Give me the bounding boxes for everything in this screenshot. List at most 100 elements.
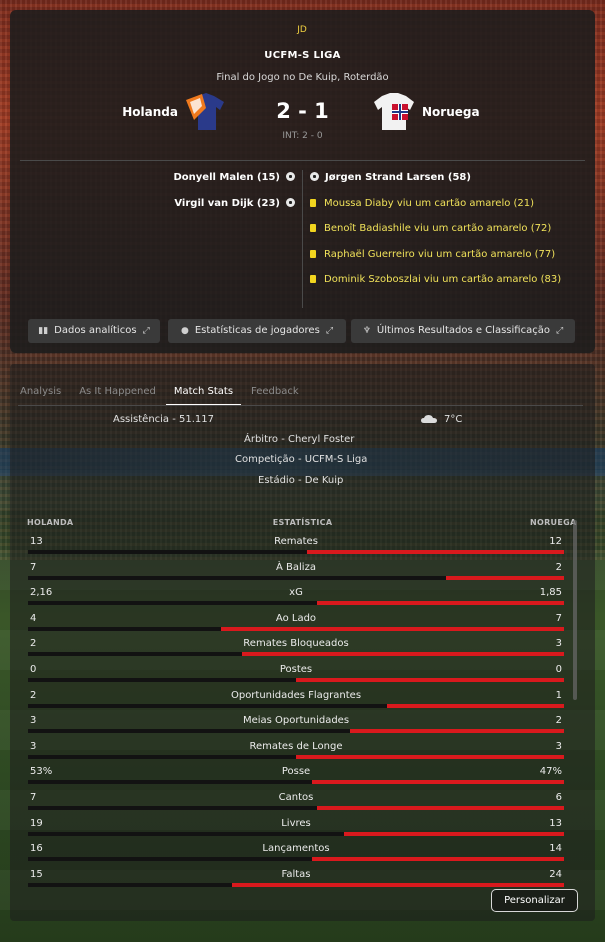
stat-row[interactable]: Remates de Longe 3 3 bbox=[28, 740, 564, 764]
stat-comparison-bar bbox=[28, 550, 564, 554]
stat-away-value: 12 bbox=[549, 536, 562, 547]
stat-row[interactable]: xG 2,16 1,85 bbox=[28, 586, 564, 610]
home-goal-event: Virgil van Dijk (23) bbox=[174, 197, 295, 211]
stat-home-value: 15 bbox=[30, 869, 43, 880]
home-goal-event: Donyell Malen (15) bbox=[174, 171, 295, 185]
stat-home-bar bbox=[28, 729, 350, 733]
goal-scorer[interactable]: Jørgen Strand Larsen (58) bbox=[325, 172, 471, 183]
yellow-card-icon bbox=[310, 224, 316, 232]
stat-comparison-bar bbox=[28, 678, 564, 682]
goal-scorer[interactable]: Donyell Malen (15) bbox=[174, 172, 281, 183]
away-kit-icon[interactable] bbox=[370, 90, 418, 134]
stat-away-value: 3 bbox=[555, 741, 562, 752]
stats-header-away: NORUEGA bbox=[530, 518, 577, 527]
analytics-button-label: Dados analíticos bbox=[54, 325, 137, 336]
stats-header-title: ESTATÍSTICA bbox=[272, 518, 333, 527]
away-goal-event: Jørgen Strand Larsen (58) bbox=[310, 171, 471, 185]
yellow-card-event: Dominik Szoboszlai viu um cartão amarelo… bbox=[310, 273, 561, 287]
stat-comparison-bar bbox=[28, 704, 564, 708]
external-link-icon: ⤢ bbox=[325, 326, 334, 336]
stat-home-bar bbox=[28, 806, 318, 810]
goal-ball-icon bbox=[286, 172, 295, 181]
stats-tabs: Analysis As It Happened Match Stats Feed… bbox=[12, 380, 309, 406]
stat-name: Faltas bbox=[281, 869, 311, 880]
stat-name: Postes bbox=[279, 664, 313, 675]
stat-home-value: 53% bbox=[30, 766, 53, 777]
analytics-button[interactable]: ▮▮ Dados analíticos ⤢ bbox=[28, 319, 160, 343]
stat-row[interactable]: Remates Bloqueados 2 3 bbox=[28, 637, 564, 661]
tabs-underline bbox=[18, 405, 583, 406]
match-summary-panel: JD UCFM-S LIGA Final do Jogo no De Kuip,… bbox=[10, 10, 595, 353]
stat-name: Remates Bloqueados bbox=[243, 638, 349, 649]
divider bbox=[20, 160, 585, 161]
yellow-card-event: Benoît Badiashile viu um cartão amarelo … bbox=[310, 222, 551, 236]
stat-name: Meias Oportunidades bbox=[242, 715, 350, 726]
stat-home-value: 7 bbox=[30, 792, 37, 803]
stat-home-bar bbox=[28, 576, 447, 580]
stat-away-value: 2 bbox=[555, 715, 562, 726]
stat-home-bar bbox=[28, 780, 313, 784]
stat-away-value: 47% bbox=[539, 766, 562, 777]
stat-home-bar bbox=[28, 704, 388, 708]
goal-ball-icon bbox=[286, 198, 295, 207]
stat-comparison-bar bbox=[28, 652, 564, 656]
stat-row[interactable]: Oportunidades Flagrantes 2 1 bbox=[28, 689, 564, 713]
weather-cloud-icon bbox=[421, 415, 437, 423]
tab-feedback[interactable]: Feedback bbox=[243, 380, 307, 404]
card-event-text[interactable]: Raphaël Guerreiro viu um cartão amarelo … bbox=[324, 249, 555, 260]
stat-home-bar bbox=[28, 550, 307, 554]
stat-comparison-bar bbox=[28, 780, 564, 784]
player-stats-button-label: Estatísticas de jogadores bbox=[194, 325, 320, 336]
stat-comparison-bar bbox=[28, 883, 564, 887]
card-event-text[interactable]: Moussa Diaby viu um cartão amarelo (21) bbox=[324, 198, 534, 209]
stat-row[interactable]: Faltas 15 24 bbox=[28, 868, 564, 892]
player-stats-button[interactable]: ● Estatísticas de jogadores ⤢ bbox=[168, 319, 346, 343]
stat-row[interactable]: Cantos 7 6 bbox=[28, 791, 564, 815]
stat-name: xG bbox=[289, 587, 303, 598]
tab-as-it-happened[interactable]: As It Happened bbox=[71, 380, 164, 404]
stats-scrollbar[interactable] bbox=[573, 520, 577, 700]
stat-away-value: 1 bbox=[555, 690, 562, 701]
stat-row[interactable]: Ao Lado 4 7 bbox=[28, 612, 564, 636]
away-team-name[interactable]: Noruega bbox=[422, 105, 542, 119]
customize-button[interactable]: Personalizar bbox=[491, 889, 578, 912]
league-name: UCFM-S LIGA bbox=[264, 50, 341, 61]
person-icon: ● bbox=[180, 326, 189, 336]
stat-home-bar bbox=[28, 832, 345, 836]
competition-logo-icon: JD bbox=[297, 25, 307, 35]
stat-row[interactable]: Posse 53% 47% bbox=[28, 765, 564, 789]
stat-comparison-bar bbox=[28, 627, 564, 631]
stat-home-value: 7 bbox=[30, 562, 37, 573]
stat-away-value: 13 bbox=[549, 818, 562, 829]
stat-home-bar bbox=[28, 652, 243, 656]
stat-row[interactable]: Meias Oportunidades 3 2 bbox=[28, 714, 564, 738]
stat-away-value: 3 bbox=[555, 638, 562, 649]
stat-home-value: 13 bbox=[30, 536, 43, 547]
tab-match-stats[interactable]: Match Stats bbox=[165, 380, 242, 406]
stat-row[interactable]: Lançamentos 16 14 bbox=[28, 842, 564, 866]
goal-scorer[interactable]: Virgil van Dijk (23) bbox=[174, 198, 280, 209]
tab-analysis[interactable]: Analysis bbox=[12, 380, 69, 404]
stat-home-value: 19 bbox=[30, 818, 43, 829]
stat-home-bar bbox=[28, 755, 296, 759]
attendance: Assistência - 51.117 bbox=[113, 414, 215, 425]
stat-away-value: 24 bbox=[549, 869, 562, 880]
stat-row[interactable]: Remates 13 12 bbox=[28, 535, 564, 559]
goal-ball-icon bbox=[310, 172, 319, 181]
stat-away-value: 2 bbox=[555, 562, 562, 573]
yellow-card-event: Raphaël Guerreiro viu um cartão amarelo … bbox=[310, 248, 555, 262]
stat-home-value: 3 bbox=[30, 715, 37, 726]
latest-results-button[interactable]: ♆ Últimos Resultados e Classificação ⤢ bbox=[351, 319, 575, 343]
card-event-text[interactable]: Benoît Badiashile viu um cartão amarelo … bbox=[324, 223, 551, 234]
match-venue: Final do Jogo no De Kuip, Roterdão bbox=[216, 72, 389, 83]
stat-home-bar bbox=[28, 627, 221, 631]
stat-row[interactable]: Livres 19 13 bbox=[28, 817, 564, 841]
card-event-text[interactable]: Dominik Szoboszlai viu um cartão amarelo… bbox=[324, 274, 561, 285]
stat-away-value: 6 bbox=[555, 792, 562, 803]
stat-row[interactable]: Postes 0 0 bbox=[28, 663, 564, 687]
yellow-card-event: Moussa Diaby viu um cartão amarelo (21) bbox=[310, 197, 534, 211]
stat-row[interactable]: À Baliza 7 2 bbox=[28, 561, 564, 585]
stat-comparison-bar bbox=[28, 857, 564, 861]
stat-comparison-bar bbox=[28, 601, 564, 605]
yellow-card-icon bbox=[310, 199, 316, 207]
